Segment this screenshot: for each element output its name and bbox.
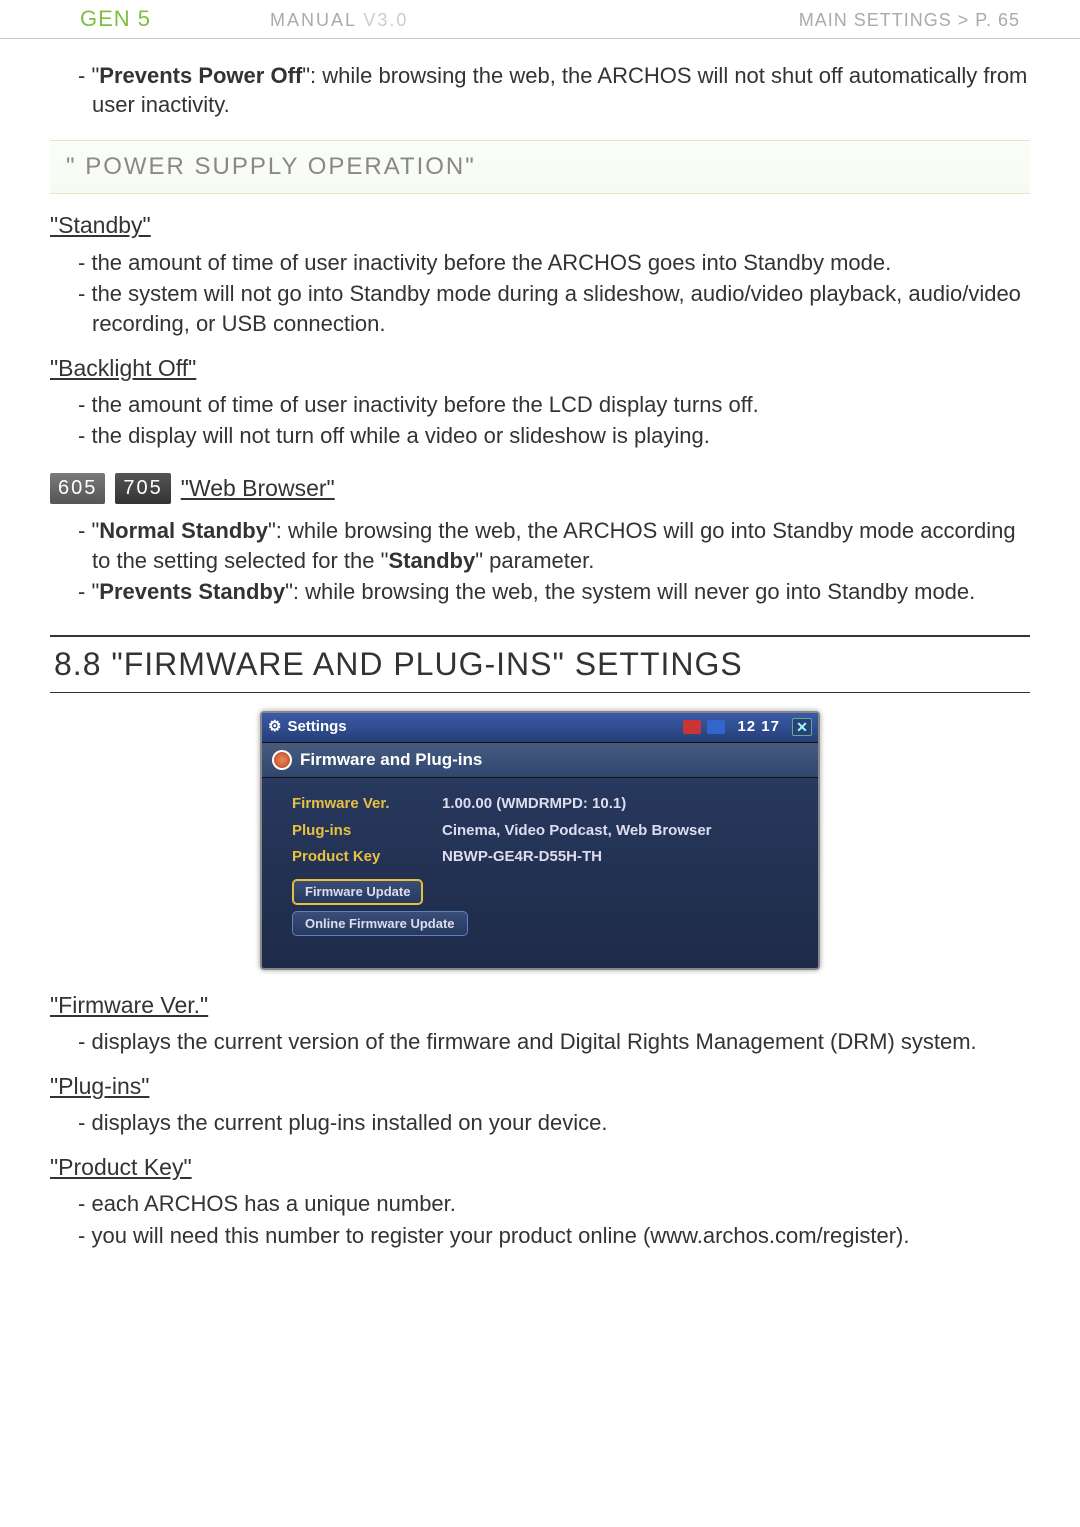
firmware-panel: ⚙ Settings 12 17 ✕ Firmware and Plug-ins… xyxy=(260,711,820,970)
plugins-list: displays the current plug-ins installed … xyxy=(50,1108,1030,1138)
product-key-heading: "Product Key" xyxy=(50,1152,1030,1183)
section-firmware-heading: 8.8 "FIRMWARE AND PLUG-INS" SETTINGS xyxy=(50,635,1030,693)
battery-icon xyxy=(707,720,725,734)
panel-row-firmware: Firmware Ver. 1.00.00 (WMDRMPD: 10.1) xyxy=(292,794,800,814)
page-header: GEN 5 MANUAL V3.0 MAIN SETTINGS > P. 65 xyxy=(0,0,1080,39)
panel-title-text: Settings xyxy=(287,717,346,737)
intro-item: "Prevents Power Off": while browsing the… xyxy=(78,61,1030,120)
model-badge-705: 705 xyxy=(115,473,170,504)
intro-list: "Prevents Power Off": while browsing the… xyxy=(50,61,1030,120)
list-item: "Prevents Standby": while browsing the w… xyxy=(78,577,1030,607)
plugins-heading: "Plug-ins" xyxy=(50,1071,1030,1102)
list-item: displays the current plug-ins installed … xyxy=(78,1108,1030,1138)
panel-value: 1.00.00 (WMDRMPD: 10.1) xyxy=(442,794,626,814)
panel-value: Cinema, Video Podcast, Web Browser xyxy=(442,821,712,841)
header-manual: MANUAL V3.0 xyxy=(270,8,408,32)
webbrowser-heading: "Web Browser" xyxy=(181,473,335,504)
list-item: the display will not turn off while a vi… xyxy=(78,421,1030,451)
gear-icon xyxy=(272,750,292,770)
header-breadcrumb: MAIN SETTINGS > P. 65 xyxy=(799,8,1020,32)
settings-icon: ⚙ xyxy=(268,717,281,737)
panel-subtitle: Firmware and Plug-ins xyxy=(262,742,818,779)
panel-label: Product Key xyxy=(292,847,442,867)
list-item: displays the current version of the firm… xyxy=(78,1027,1030,1057)
model-badge-605: 605 xyxy=(50,473,105,504)
list-item: the amount of time of user inactivity be… xyxy=(78,390,1030,420)
firmware-ver-heading: "Firmware Ver." xyxy=(50,990,1030,1021)
panel-row-productkey: Product Key NBWP-GE4R-D55H-TH xyxy=(292,847,800,867)
firmware-update-button[interactable]: Firmware Update xyxy=(292,879,423,905)
panel-titlebar: ⚙ Settings 12 17 ✕ xyxy=(262,713,818,741)
panel-body: Firmware Ver. 1.00.00 (WMDRMPD: 10.1) Pl… xyxy=(262,778,818,968)
list-item: "Normal Standby": while browsing the web… xyxy=(78,516,1030,575)
backlight-list: the amount of time of user inactivity be… xyxy=(50,390,1030,451)
firmware-ver-list: displays the current version of the firm… xyxy=(50,1027,1030,1057)
product-key-list: each ARCHOS has a unique number. you wil… xyxy=(50,1189,1030,1250)
webbrowser-heading-row: 605 705 "Web Browser" xyxy=(50,473,1030,504)
list-item: each ARCHOS has a unique number. xyxy=(78,1189,1030,1219)
panel-label: Plug-ins xyxy=(292,821,442,841)
panel-value: NBWP-GE4R-D55H-TH xyxy=(442,847,602,867)
panel-row-plugins: Plug-ins Cinema, Video Podcast, Web Brow… xyxy=(292,821,800,841)
section-power-supply: " POWER SUPPLY OPERATION" xyxy=(50,140,1030,194)
online-firmware-update-button[interactable]: Online Firmware Update xyxy=(292,911,468,937)
panel-subtitle-text: Firmware and Plug-ins xyxy=(300,749,482,772)
clock: 12 17 xyxy=(737,717,780,737)
header-manual-label: MANUAL xyxy=(270,10,356,30)
backlight-heading: "Backlight Off" xyxy=(50,353,1030,384)
close-icon[interactable]: ✕ xyxy=(792,718,812,736)
webbrowser-list: "Normal Standby": while browsing the web… xyxy=(50,516,1030,607)
standby-list: the amount of time of user inactivity be… xyxy=(50,248,1030,339)
list-item: you will need this number to register yo… xyxy=(78,1221,1030,1251)
list-item: the system will not go into Standby mode… xyxy=(78,279,1030,338)
panel-label: Firmware Ver. xyxy=(292,794,442,814)
list-item: the amount of time of user inactivity be… xyxy=(78,248,1030,278)
header-gen: GEN 5 xyxy=(80,4,270,34)
volume-icon xyxy=(683,720,701,734)
standby-heading: "Standby" xyxy=(50,210,1030,241)
firmware-panel-wrap: ⚙ Settings 12 17 ✕ Firmware and Plug-ins… xyxy=(50,711,1030,970)
header-version: V3.0 xyxy=(363,10,408,30)
